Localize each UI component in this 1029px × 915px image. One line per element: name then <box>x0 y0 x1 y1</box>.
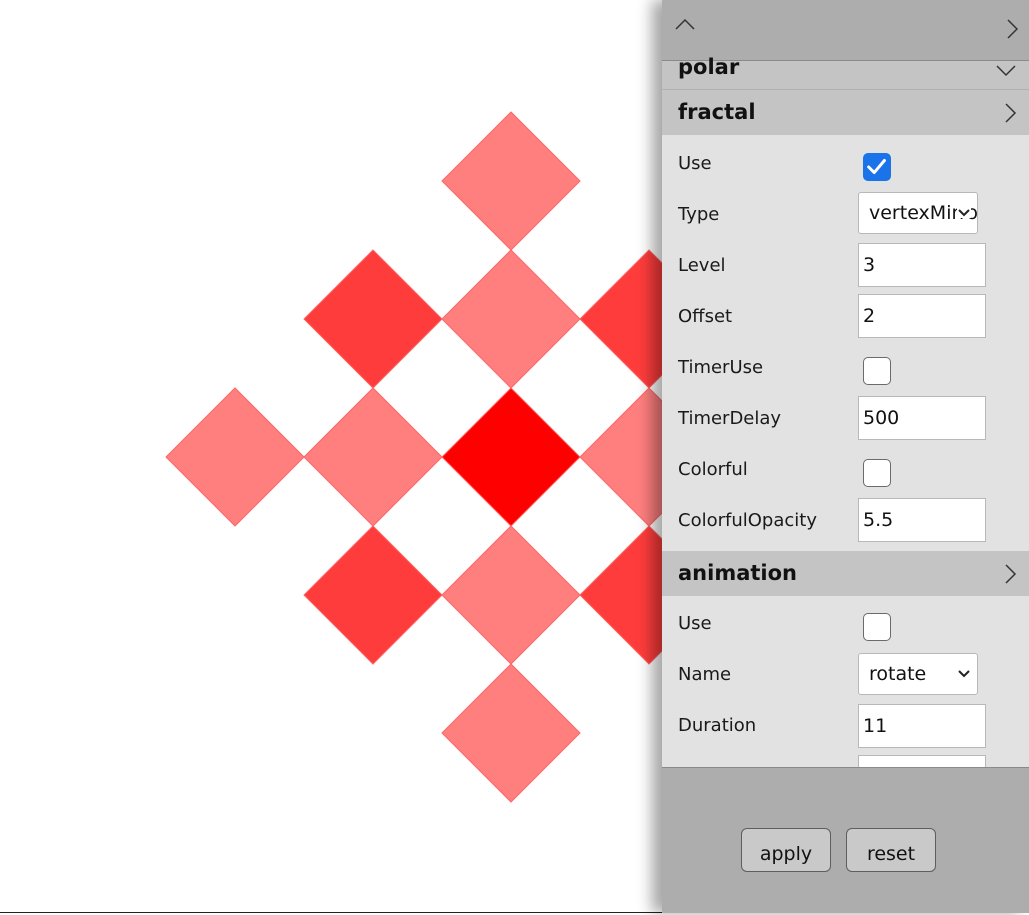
apply-button[interactable]: apply <box>741 828 831 872</box>
section-title-fractal: fractal <box>678 100 756 124</box>
fractal-type-select[interactable]: vertexMirror <box>858 192 978 234</box>
section-title-polar: polar <box>678 55 740 79</box>
chevron-right-icon[interactable] <box>1003 563 1017 585</box>
tile-lower-left <box>303 525 443 665</box>
section-header-polar[interactable]: polar <box>662 55 1029 90</box>
chevron-up-icon[interactable] <box>674 14 696 36</box>
tile-upper-left <box>303 249 443 389</box>
section-title-animation: animation <box>678 561 797 585</box>
panel-footer: apply reset <box>662 767 1029 913</box>
tile-top <box>441 111 581 251</box>
label-timerdelay: TimerDelay <box>678 408 782 429</box>
animation-use-checkbox[interactable] <box>863 613 891 641</box>
dropdown-arrow-icon <box>957 669 971 679</box>
fractal-offset-input[interactable]: 2 <box>858 294 986 338</box>
label-colorfulopacity: ColorfulOpacity <box>678 510 817 531</box>
tile-far-left <box>165 387 305 527</box>
reset-button[interactable]: reset <box>846 828 936 872</box>
tile-center <box>441 387 581 527</box>
label-animation-duration: Duration <box>678 715 757 736</box>
page-bottom-border <box>0 912 662 913</box>
animation-name-select[interactable]: rotate <box>858 653 978 695</box>
fractal-timerdelay-input[interactable]: 500 <box>858 396 986 440</box>
fractal-use-checkbox[interactable] <box>863 153 891 181</box>
tile-bottom <box>441 663 581 803</box>
label-level: Level <box>678 255 726 276</box>
panel-toolbar <box>662 0 1029 61</box>
section-header-animation[interactable]: animation <box>662 551 1029 596</box>
label-offset: Offset <box>678 306 733 327</box>
chevron-right-icon[interactable] <box>1003 102 1017 124</box>
tile-upper-center <box>441 249 581 389</box>
animation-name-value: rotate <box>869 663 927 685</box>
tile-center-left <box>303 387 443 527</box>
section-header-fractal[interactable]: fractal <box>662 90 1029 135</box>
label-animation-name: Name <box>678 664 732 685</box>
label-type: Type <box>678 204 720 225</box>
chevron-right-icon[interactable] <box>1005 18 1019 40</box>
fractal-timeruse-checkbox[interactable] <box>863 357 891 385</box>
fractal-colorful-checkbox[interactable] <box>863 459 891 487</box>
tile-lower-center <box>441 525 581 665</box>
label-colorful: Colorful <box>678 459 748 480</box>
fractal-colorfulopacity-input[interactable]: 5.5 <box>858 498 986 542</box>
chevron-down-icon[interactable] <box>995 63 1017 77</box>
dropdown-arrow-icon <box>957 208 971 218</box>
label-timeruse: TimerUse <box>678 357 764 378</box>
animation-duration-input[interactable]: 11 <box>858 704 986 748</box>
fractal-level-input[interactable]: 3 <box>858 243 986 287</box>
label-use: Use <box>678 153 712 174</box>
checkmark-icon <box>867 159 886 175</box>
label-animation-use: Use <box>678 613 712 634</box>
settings-panel: polar fractal Use Type vertexMirror Leve… <box>662 0 1029 913</box>
